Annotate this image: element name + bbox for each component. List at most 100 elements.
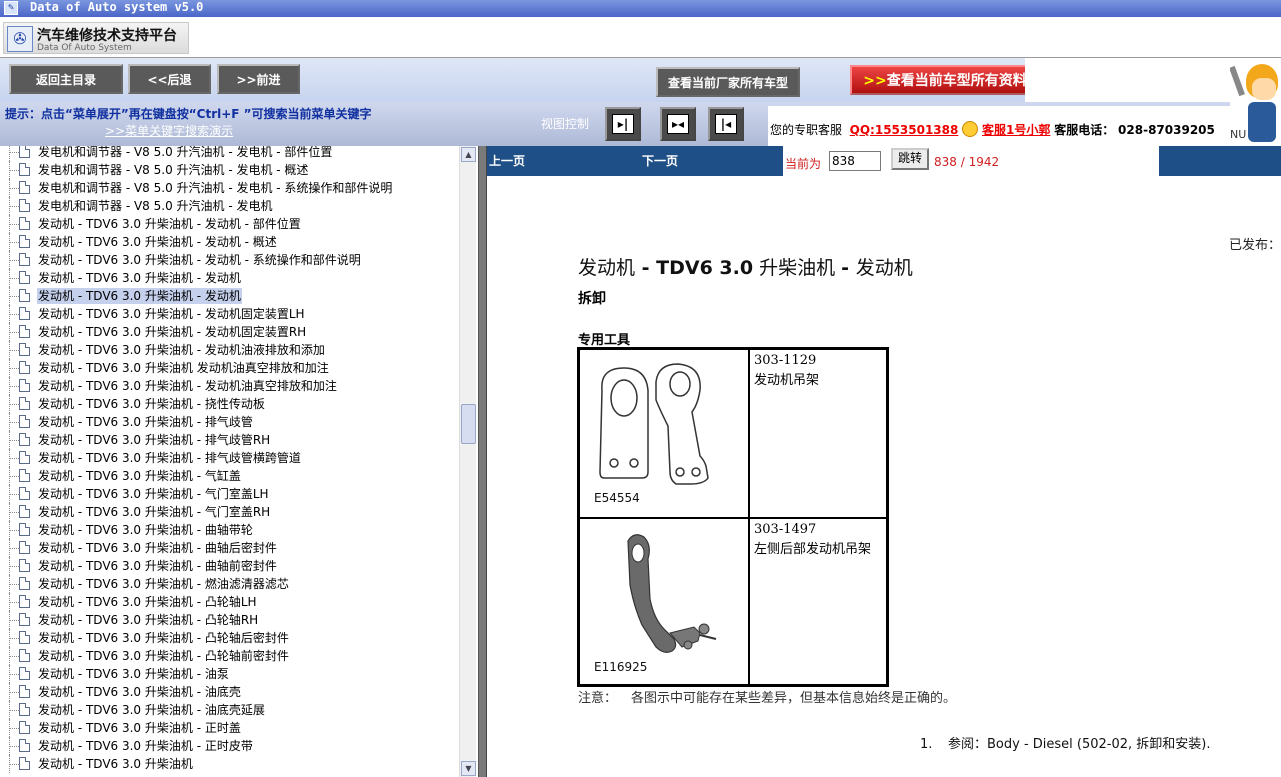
agent-link[interactable]: 客服1号小郭 [982,123,1050,137]
document-icon [19,235,30,248]
title-dash-2: - [841,257,856,279]
logo-subtitle: Data Of Auto System [37,43,132,53]
tree-item[interactable]: 发动机 - TDV6 3.0 升柴油机 - 油泵 [0,665,459,683]
tree-item[interactable]: 发动机 - TDV6 3.0 升柴油机 - 凸轮轴RH [0,611,459,629]
tree-connector [10,620,19,621]
jump-button[interactable]: 跳转 [891,148,929,170]
tree-item[interactable]: 发动机 - TDV6 3.0 升柴油机 - 发动机固定装置RH [0,323,459,341]
tree-item[interactable]: 发动机 - TDV6 3.0 升柴油机 - 正时盖 [0,719,459,737]
main-menu-button[interactable]: 返回主目录 [9,64,123,94]
document-icon [19,667,30,680]
logo-row: ✇ 汽车维修技术支持平台 Data Of Auto System [0,17,1281,58]
tree-item[interactable]: 发动机 - TDV6 3.0 升柴油机 发动机油真空排放和加注 [0,359,459,377]
window-title: Data of Auto system v5.0 [30,0,204,14]
document-icon [19,289,30,302]
tree-item-label: 发动机 - TDV6 3.0 升柴油机 - 发动机 - 部件位置 [38,217,301,231]
qq-link[interactable]: QQ:1553501388 [850,123,959,137]
tree-item[interactable]: 发动机 - TDV6 3.0 升柴油机 - 发动机油液排放和添加 [0,341,459,359]
tree-item[interactable]: 发动机 - TDV6 3.0 升柴油机 - 发动机 [0,287,459,305]
banner-blank [1025,58,1230,102]
tree-item-label: 发动机 - TDV6 3.0 升柴油机 - 挠性传动板 [38,397,265,411]
pane-splitter[interactable] [478,146,487,777]
tree-item-label: 发动机 - TDV6 3.0 升柴油机 - 排气歧管RH [38,433,271,447]
scroll-up-icon[interactable]: ▲ [461,147,476,162]
tree-item[interactable]: 发动机 - TDV6 3.0 升柴油机 - 曲轴带轮 [0,521,459,539]
tree-item[interactable]: 发动机 - TDV6 3.0 升柴油机 [0,755,459,773]
scroll-down-icon[interactable]: ▼ [461,761,476,776]
tree-connector [10,548,19,549]
double-arrow-icon: >> [863,73,887,89]
search-demo-link[interactable]: >>菜单关键字搜索演示 [105,122,233,139]
service-label: 您的专职客服 [770,123,843,137]
tree-item[interactable]: 发动机 - TDV6 3.0 升柴油机 - 排气歧管RH [0,431,459,449]
tree-item[interactable]: 发动机 - TDV6 3.0 升柴油机 - 发动机 - 概述 [0,233,459,251]
tree-connector [10,296,19,297]
tree-item[interactable]: 发动机 - TDV6 3.0 升柴油机 - 气缸盖 [0,467,459,485]
tree-connector [10,206,19,207]
tree-item[interactable]: 发动机 - TDV6 3.0 升柴油机 - 曲轴前密封件 [0,557,459,575]
wrench-logo-icon: ✇ [7,26,33,52]
tree-item[interactable]: 发动机 - TDV6 3.0 升柴油机 - 排气歧管 [0,413,459,431]
document-icon [19,685,30,698]
logo-title: 汽车维修技术支持平台 [37,28,177,44]
tree-item[interactable]: 发动机 - TDV6 3.0 升柴油机 - 发动机 - 部件位置 [0,215,459,233]
tree-item[interactable]: 发电机和调节器 - V8 5.0 升汽油机 - 发电机 - 部件位置 [0,146,459,161]
document-icon [19,199,30,212]
maker-models-button[interactable]: 查看当前厂家所有车型 [656,67,800,97]
mascot-image: NU [1230,58,1281,146]
special-tools-label: 专用工具 [578,333,631,348]
tree-connector [10,188,19,189]
tree-item-label: 发动机 - TDV6 3.0 升柴油机 [38,757,193,771]
note-label: 注意： [578,691,618,706]
tree-connector [10,656,19,657]
tree-item[interactable]: 发动机 - TDV6 3.0 升柴油机 - 发动机 [0,269,459,287]
back-button[interactable]: <<后退 [128,64,211,94]
tree-item[interactable]: 发动机 - TDV6 3.0 升柴油机 - 凸轮轴前密封件 [0,647,459,665]
tree-item[interactable]: 发动机 - TDV6 3.0 升柴油机 - 燃油滤清器滤芯 [0,575,459,593]
tree-item[interactable]: 发动机 - TDV6 3.0 升柴油机 - 发动机固定装置LH [0,305,459,323]
title-part-1: 发动机 [578,257,636,279]
all-info-button[interactable]: >>查看当前车型所有资料 [850,65,1040,95]
tree-connector [10,458,19,459]
next-page-link[interactable]: 下一页 [642,152,678,169]
document-icon [19,451,30,464]
tree-item[interactable]: 发动机 - TDV6 3.0 升柴油机 - 凸轮轴后密封件 [0,629,459,647]
document-icon [19,361,30,374]
document-icon [19,505,30,518]
tree-item[interactable]: 发动机 - TDV6 3.0 升柴油机 - 排气歧管横跨管道 [0,449,459,467]
tree-connector [10,710,19,711]
tree-item[interactable]: 发动机 - TDV6 3.0 升柴油机 - 发动机 - 系统操作和部件说明 [0,251,459,269]
tree-item[interactable]: 发动机 - TDV6 3.0 升柴油机 - 正时皮带 [0,737,459,755]
arrow-right-icon: ▸| [612,114,634,134]
tree-item[interactable]: 发电机和调节器 - V8 5.0 升汽油机 - 发电机 [0,197,459,215]
document-icon [19,487,30,500]
forward-button[interactable]: >>前进 [217,64,300,94]
tree-item[interactable]: 发动机 - TDV6 3.0 升柴油机 - 气门室盖LH [0,485,459,503]
page-number-input[interactable] [829,151,881,171]
scroll-thumb[interactable] [461,404,476,444]
mascot-wrench [1230,65,1245,97]
tree-item[interactable]: 发动机 - TDV6 3.0 升柴油机 - 凸轮轴LH [0,593,459,611]
prev-page-link[interactable]: 上一页 [489,152,525,169]
sidebar-scrollbar[interactable]: ▲ ▼ [459,146,476,777]
view-left-button[interactable]: ▸| [605,107,641,141]
view-split-button[interactable]: ▸◂ [660,107,696,141]
current-page-label: 当前为 [785,157,822,171]
document-icon [19,739,30,752]
tree-item[interactable]: 发动机 - TDV6 3.0 升柴油机 - 油底壳延展 [0,701,459,719]
tree-item[interactable]: 发动机 - TDV6 3.0 升柴油机 - 气门室盖RH [0,503,459,521]
procedure-step: 1. 参阅：Body - Diesel (502-02, 拆卸和安装). [920,733,1211,752]
tree-item[interactable]: 发动机 - TDV6 3.0 升柴油机 - 挠性传动板 [0,395,459,413]
tree-item-label: 发动机 - TDV6 3.0 升柴油机 - 曲轴带轮 [38,523,253,537]
tree-connector [10,638,19,639]
published-label: 已发布： [1229,238,1281,253]
tree-item-label: 发动机 - TDV6 3.0 升柴油机 发动机油真空排放和加注 [38,361,329,375]
view-right-button[interactable]: |◂ [708,107,744,141]
tree-item[interactable]: 发动机 - TDV6 3.0 升柴油机 - 曲轴后密封件 [0,539,459,557]
qq-penguin-icon[interactable] [962,121,979,137]
tree-item[interactable]: 发动机 - TDV6 3.0 升柴油机 - 油底壳 [0,683,459,701]
tree-item[interactable]: 发电机和调节器 - V8 5.0 升汽油机 - 发电机 - 系统操作和部件说明 [0,179,459,197]
tree-item[interactable]: 发电机和调节器 - V8 5.0 升汽油机 - 发电机 - 概述 [0,161,459,179]
document-icon [19,343,30,356]
tree-item[interactable]: 发动机 - TDV6 3.0 升柴油机 - 发动机油真空排放和加注 [0,377,459,395]
